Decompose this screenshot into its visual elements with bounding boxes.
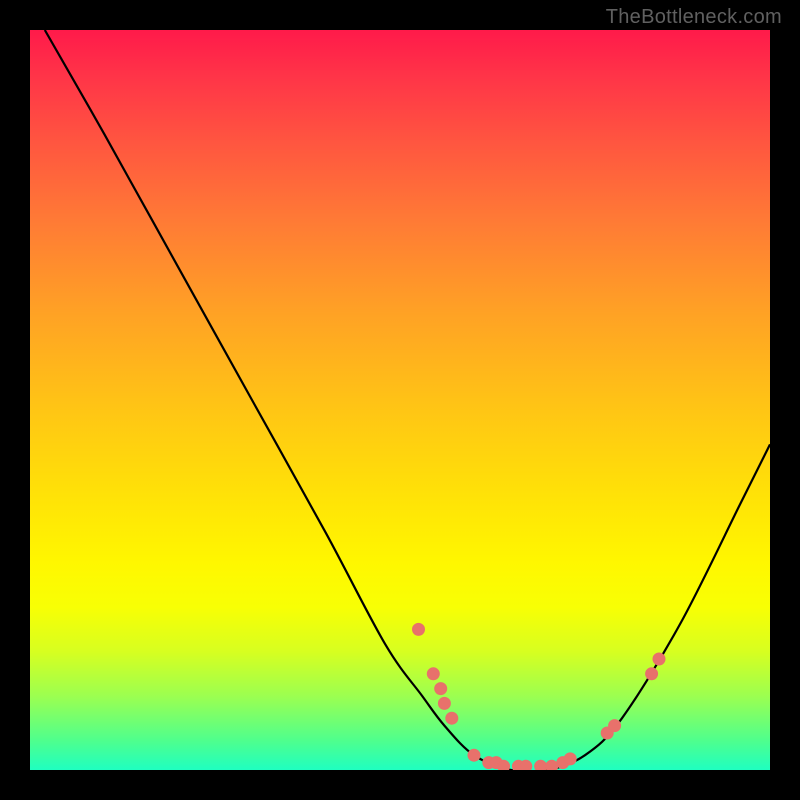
chart-frame: TheBottleneck.com: [0, 0, 800, 800]
data-marker: [468, 749, 480, 761]
data-marker: [435, 683, 447, 695]
watermark-text: TheBottleneck.com: [606, 6, 782, 29]
marker-group: [413, 623, 666, 770]
data-marker: [446, 712, 458, 724]
data-marker: [564, 753, 576, 765]
data-marker: [520, 760, 532, 770]
data-marker: [653, 653, 665, 665]
data-marker: [438, 697, 450, 709]
data-marker: [427, 668, 439, 680]
curve-svg: [30, 30, 770, 770]
data-marker: [609, 720, 621, 732]
plot-area: [30, 30, 770, 770]
data-marker: [498, 760, 510, 770]
data-marker: [546, 760, 558, 770]
data-marker: [646, 668, 658, 680]
data-marker: [535, 760, 547, 770]
data-marker: [413, 623, 425, 635]
